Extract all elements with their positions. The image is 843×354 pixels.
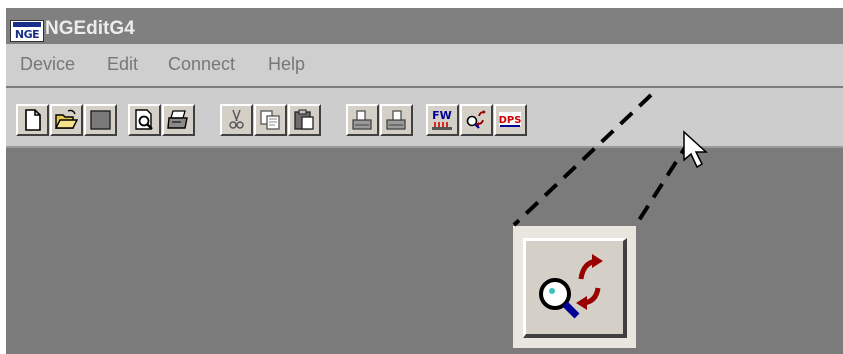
- firmware-update-icon: FW: [432, 109, 452, 130]
- open-button[interactable]: [50, 104, 83, 136]
- download-icon: [386, 110, 406, 130]
- print-icon: [167, 110, 188, 129]
- menu-edit[interactable]: Edit: [107, 54, 138, 75]
- paste-icon: [294, 109, 314, 130]
- upload-button[interactable]: [346, 104, 379, 136]
- search-refresh-button[interactable]: [460, 104, 493, 136]
- menu-device[interactable]: Device: [20, 54, 75, 75]
- print-preview-icon: [135, 109, 153, 130]
- zoomed-search-refresh-icon: [539, 254, 603, 319]
- new-button[interactable]: [16, 104, 49, 136]
- print-button[interactable]: [162, 104, 195, 136]
- app-logo-icon[interactable]: NGE: [10, 20, 44, 42]
- open-folder-icon: [54, 109, 79, 129]
- print-preview-button[interactable]: [128, 104, 161, 136]
- firmware-button[interactable]: FW: [426, 104, 459, 136]
- cut-icon: [229, 109, 244, 129]
- search-refresh-icon: [466, 110, 486, 129]
- paste-button[interactable]: [288, 104, 321, 136]
- app-logo-text: NGE: [14, 28, 40, 41]
- cut-button[interactable]: [220, 104, 253, 136]
- download-button[interactable]: [380, 104, 413, 136]
- dps-icon: DPS: [499, 112, 522, 127]
- zoomed-search-refresh-button: [523, 238, 627, 338]
- svg-text:FW: FW: [432, 109, 452, 122]
- svg-text:DPS: DPS: [499, 115, 522, 126]
- save-disk-icon: [90, 110, 111, 130]
- dps-button[interactable]: DPS: [494, 104, 527, 136]
- upload-icon: [352, 110, 372, 130]
- menu-help[interactable]: Help: [268, 54, 305, 75]
- save-button[interactable]: [84, 104, 117, 136]
- copy-icon: [260, 110, 280, 130]
- client-area: [6, 148, 843, 354]
- copy-button[interactable]: [254, 104, 287, 136]
- menu-connect[interactable]: Connect: [168, 54, 235, 75]
- new-document-icon: [25, 109, 41, 131]
- window-title: NGEditG4: [45, 18, 135, 39]
